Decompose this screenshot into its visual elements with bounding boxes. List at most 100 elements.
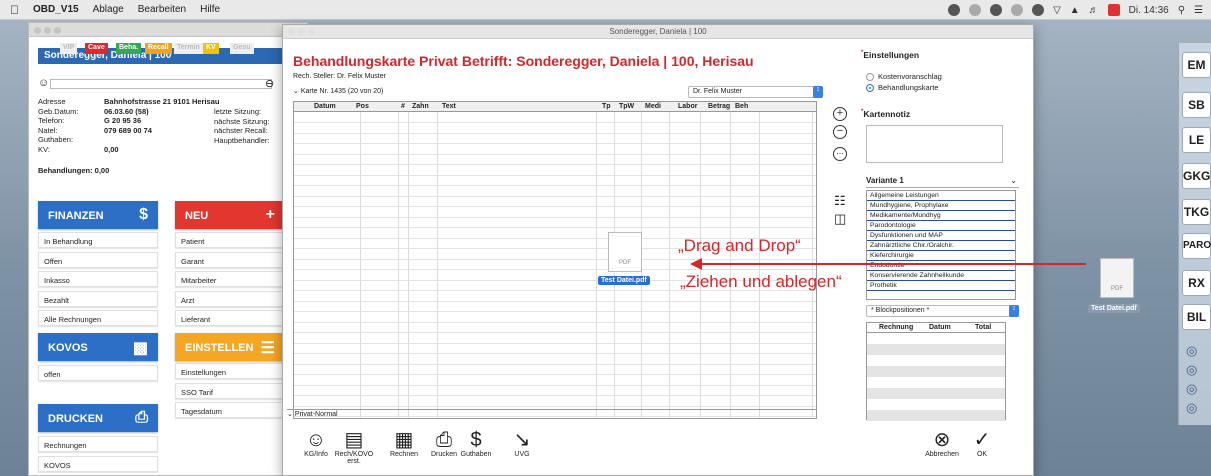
variant-item[interactable]: Mundhygiene, Prophylaxe (867, 201, 1015, 211)
eject-icon[interactable]: ▲ (1070, 5, 1080, 16)
app-menu[interactable]: OBD_V15 (33, 4, 79, 15)
status-icon-5[interactable] (1032, 4, 1045, 16)
phone-icon[interactable]: ◎ (1186, 362, 1197, 378)
dock-button-gkg[interactable]: GKG (1182, 163, 1211, 189)
list-item[interactable]: In Behandlung (38, 232, 158, 248)
cancel-button[interactable]: ⊗ Abbrechen (923, 429, 961, 458)
variant-list[interactable]: Allgemeine Leistungen Mundhygiene, Prophy… (866, 190, 1016, 300)
apple-menu-icon[interactable]:  (10, 3, 19, 17)
list-item[interactable]: Offen (38, 251, 158, 268)
list-item[interactable]: Einstellungen (175, 363, 285, 379)
patient-search-input[interactable] (50, 79, 272, 89)
list-item[interactable]: SSO Tarif (175, 382, 285, 399)
drucken-tile[interactable]: DRUCKEN ⎙ (38, 404, 158, 432)
list-item[interactable]: Bezahlt (38, 290, 158, 307)
radio-kostenvoranschlag[interactable]: Kostenvoranschlag (866, 72, 942, 82)
variante-select[interactable]: Variante 1 ⌄ (866, 176, 1019, 188)
patient-tag[interactable]: KV (203, 43, 219, 54)
status-icon-3[interactable] (990, 4, 1003, 16)
variant-item[interactable]: Allgemeine Leistungen (867, 191, 1015, 201)
pdf-file-icon-desktop[interactable]: PDF (1100, 258, 1134, 298)
minimize-dot[interactable] (44, 27, 51, 34)
list-item[interactable]: Inkasso (38, 271, 158, 287)
remove-circle-icon[interactable]: − (833, 125, 847, 139)
karte-selector[interactable]: ⌄ Karte Nr. 1435 (20 von 20) (293, 87, 383, 95)
toolbar-button[interactable]: ▤ Rech/KOVO erst. (331, 429, 377, 465)
dock-button-le[interactable]: LE (1182, 127, 1211, 153)
toolbar-button[interactable]: $ Guthaben (453, 429, 499, 458)
pdf-file-label-desktop[interactable]: Test Datei.pdf (1088, 304, 1140, 313)
list-item[interactable]: Lieferant (175, 310, 285, 326)
wifi-icon[interactable]: ▽ (1053, 5, 1061, 16)
dock-button-paro[interactable]: PARO (1182, 233, 1211, 259)
status-icon-2[interactable] (969, 4, 982, 16)
ok-button[interactable]: ✓ OK (963, 429, 1001, 458)
patient-tag[interactable]: Recall (145, 43, 172, 54)
status-icon-4[interactable] (1011, 4, 1024, 16)
einstellen-tile[interactable]: EINSTELLEN ☰ (175, 333, 285, 361)
variant-item[interactable]: Medikamente/Mundhyg (867, 211, 1015, 221)
status-icon-1[interactable] (948, 4, 961, 16)
flag-icon[interactable] (1107, 4, 1120, 16)
dock-button-bil[interactable]: BIL (1182, 304, 1211, 330)
blockpositionen-select[interactable]: * Blockpositionen * ↕ (866, 305, 1019, 317)
close-dot[interactable] (34, 27, 41, 34)
treatment-table[interactable]: Datum Pos # Zahn Text Tp TpW Medi Labor Betrag Beh (293, 101, 817, 419)
settings-icon[interactable]: ◎ (1186, 400, 1197, 416)
minimize-dot[interactable] (298, 28, 305, 35)
arzt-select[interactable]: Dr. Felix Muster ↕ (688, 86, 823, 98)
list-item[interactable]: Rechnungen (38, 436, 158, 452)
pdf-file-icon[interactable]: PDF (608, 232, 642, 272)
list-item[interactable]: Patient (175, 232, 285, 248)
variant-item[interactable]: Konservierende Zahnheilkunde (867, 271, 1015, 281)
neu-tile[interactable]: NEU + (175, 201, 285, 229)
list-icon[interactable]: ☰ (1194, 5, 1203, 16)
tarif-selector[interactable]: ⌄ Privat-Normal (287, 409, 817, 419)
person-icon[interactable]: ☺ (38, 77, 49, 89)
list-item[interactable]: Arzt (175, 290, 285, 307)
at-icon[interactable]: ◎ (1186, 343, 1197, 359)
more-circle-icon[interactable]: ⋯ (833, 147, 847, 161)
kovos-tile[interactable]: KOVOS ▩ (38, 333, 158, 361)
dock-button-sb[interactable]: SB (1182, 92, 1211, 118)
patient-tag[interactable]: Beha. (116, 43, 142, 54)
list-item[interactable]: Alle Rechnungen (38, 310, 158, 326)
add-document-icon[interactable]: ☷ (834, 193, 846, 209)
list-item[interactable]: Tagesdatum (175, 402, 285, 418)
variant-item[interactable]: Prothetik (867, 281, 1015, 291)
globe-icon[interactable]: ◎ (1186, 381, 1197, 397)
zoom-dot[interactable] (308, 28, 315, 35)
menu-ablage[interactable]: Ablage (93, 4, 124, 15)
pdf-file-label[interactable]: Test Datei.pdf (598, 276, 650, 285)
menu-bearbeiten[interactable]: Bearbeiten (138, 4, 186, 15)
rechnung-table[interactable]: Rechnung Datum Total (866, 322, 1006, 421)
patient-tag[interactable]: Termin (174, 43, 203, 54)
variant-item[interactable]: Dysfunktionen und MAP (867, 231, 1015, 241)
minus-circle-icon[interactable]: ⊖ (265, 77, 274, 90)
volume-icon[interactable]: ♬ (1089, 5, 1099, 16)
list-item[interactable]: KOVOS (38, 455, 158, 472)
patient-tag[interactable]: VIP (60, 43, 78, 54)
toolbar-button[interactable]: ↘ UVG (499, 429, 545, 458)
list-item[interactable]: offen (38, 365, 158, 381)
dock-button-em[interactable]: EM (1182, 52, 1211, 78)
variant-item[interactable]: Kieferchirurgie (867, 251, 1015, 261)
add-circle-icon[interactable]: + (833, 107, 847, 121)
radio-behandlungskarte[interactable]: Behandlungskarte (866, 83, 938, 93)
trash-icon[interactable]: ◫ (834, 211, 846, 227)
kartennotiz-input[interactable] (866, 125, 1003, 163)
patient-tag[interactable]: Gesu (230, 43, 254, 54)
close-dot[interactable] (288, 28, 295, 35)
clock[interactable]: Di. 14:36 (1129, 5, 1169, 16)
zoom-dot[interactable] (54, 27, 61, 34)
finanzen-tile[interactable]: FINANZEN $ (38, 201, 158, 229)
variant-item[interactable]: Zahnärztliche Chir./Oralchir. (867, 241, 1015, 251)
variant-item[interactable]: Parodontologie (867, 221, 1015, 231)
menu-hilfe[interactable]: Hilfe (200, 4, 220, 15)
search-icon[interactable]: ⚲ (1178, 5, 1185, 16)
dock-button-tkg[interactable]: TKG (1182, 199, 1211, 225)
list-item[interactable]: Garant (175, 251, 285, 268)
patient-tag[interactable]: Cave (85, 43, 108, 54)
dock-button-rx[interactable]: RX (1182, 270, 1211, 296)
list-item[interactable]: Mitarbeiter (175, 271, 285, 287)
